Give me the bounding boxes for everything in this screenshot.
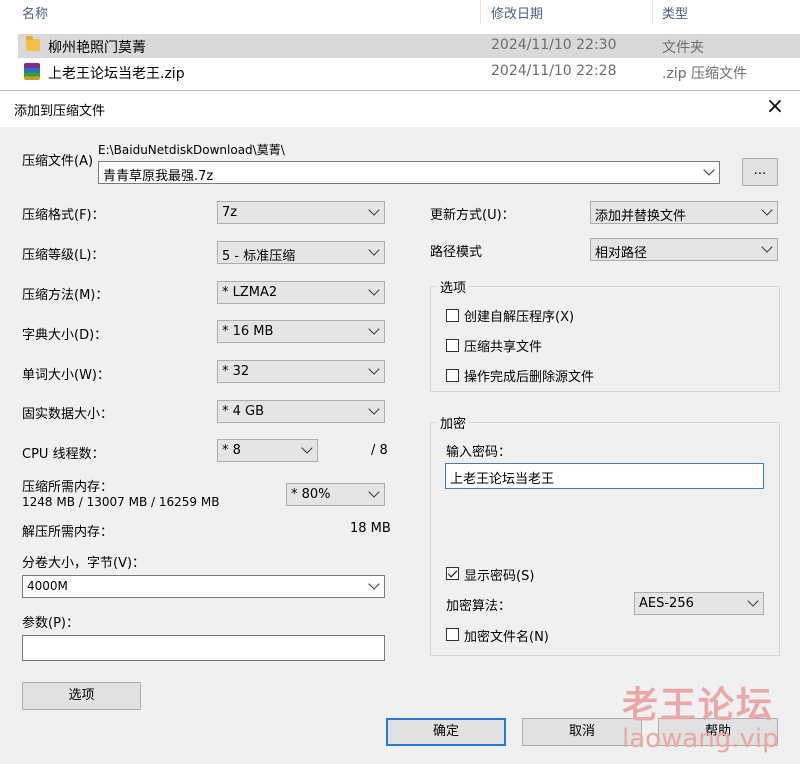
decomp-label: 解压所需内存： (22, 525, 114, 540)
watermark-title: 老王论坛 (622, 685, 775, 726)
file-explorer-list: 名称 修改日期 类型 柳州艳照门莫菁 2024/11/10 22:30 文件夹 … (0, 0, 800, 90)
archive-name-combo[interactable]: 青青草原我最强.7z (98, 161, 720, 184)
word-value: * 32 (222, 364, 250, 379)
volume-select[interactable]: 4000M (22, 575, 385, 598)
mem-usage-select[interactable]: * 80% (286, 483, 385, 506)
mem-label: 压缩所需内存： (22, 480, 114, 495)
file-row[interactable]: 柳州艳照门莫菁 2024/11/10 22:30 文件夹 (18, 34, 800, 58)
update-label: 更新方式(U)： (430, 208, 515, 223)
decomp-value: 18 MB (350, 521, 391, 536)
method-value: * LZMA2 (222, 285, 278, 300)
volume-value: 4000M (27, 579, 68, 593)
archive-name-value: 青青草原我最强.7z (103, 169, 214, 184)
chevron-down-icon (368, 363, 380, 375)
enc-method-value: AES-256 (639, 596, 694, 611)
shared-checkbox[interactable] (446, 339, 459, 352)
update-select[interactable]: 添加并替换文件 (590, 201, 778, 224)
level-value: 5 - 标准压缩 (222, 249, 296, 264)
delete-source-checkbox[interactable] (446, 369, 459, 382)
file-date: 2024/11/10 22:28 (491, 63, 617, 79)
method-select[interactable]: * LZMA2 (217, 281, 385, 304)
chevron-down-icon (368, 403, 380, 415)
chevron-down-icon (368, 578, 380, 590)
column-name[interactable]: 名称 (22, 3, 48, 22)
password-label: 输入密码： (446, 445, 512, 460)
dialog-title-bar: 添加到压缩文件 × (0, 91, 800, 127)
dict-label: 字典大小(D)： (22, 328, 108, 343)
chevron-down-icon (747, 595, 759, 607)
options-button[interactable]: 选项 (22, 682, 141, 710)
encryption-group-title: 加密 (437, 413, 470, 432)
chevron-down-icon (368, 284, 380, 296)
password-value: 上老王论坛当老王 (450, 472, 555, 487)
archive-path: E:\BaiduNetdiskDownload\莫菁\ (98, 143, 285, 157)
add-to-archive-dialog: 添加到压缩文件 × 压缩文件(A) E:\BaiduNetdiskDownloa… (0, 90, 800, 764)
solid-value: * 4 GB (222, 404, 265, 419)
file-row[interactable]: 上老王论坛当老王.zip 2024/11/10 22:28 .zip 压缩文件 (18, 60, 800, 84)
dialog-title: 添加到压缩文件 (14, 104, 106, 119)
browse-button[interactable]: ... (742, 158, 778, 186)
close-icon[interactable]: × (764, 96, 786, 119)
enc-method-select[interactable]: AES-256 (634, 592, 764, 615)
path-mode-label: 路径模式 (430, 245, 483, 260)
chevron-down-icon (368, 244, 380, 256)
word-select[interactable]: * 32 (217, 360, 385, 383)
options-group-title: 选项 (437, 277, 470, 296)
threads-total: / 8 (371, 443, 388, 458)
archive-label: 压缩文件(A) (22, 154, 94, 169)
format-select[interactable]: 7z (217, 201, 385, 224)
enc-method-label: 加密算法： (446, 599, 512, 614)
dict-select[interactable]: * 16 MB (217, 320, 385, 343)
chevron-down-icon (761, 204, 773, 216)
threads-label: CPU 线程数： (22, 447, 105, 462)
mem-detail: 1248 MB / 13007 MB / 16259 MB (22, 495, 220, 509)
format-label: 压缩格式(F)： (22, 208, 105, 223)
mem-usage-value: * 80% (291, 487, 331, 502)
password-input[interactable]: 上老王论坛当老王 (445, 463, 764, 489)
level-select[interactable]: 5 - 标准压缩 (217, 241, 385, 264)
shared-label[interactable]: 压缩共享文件 (464, 336, 542, 355)
chevron-down-icon (368, 486, 380, 498)
volume-label: 分卷大小，字节(V)： (22, 556, 146, 571)
encrypt-names-label[interactable]: 加密文件名(N) (464, 626, 549, 645)
params-label: 参数(P)： (22, 616, 79, 631)
delete-source-label[interactable]: 操作完成后删除源文件 (464, 366, 594, 385)
ok-button[interactable]: 确定 (386, 718, 506, 746)
chevron-down-icon[interactable] (703, 164, 715, 176)
level-label: 压缩等级(L)： (22, 248, 105, 263)
folder-icon (26, 36, 40, 51)
threads-select[interactable]: * 8 (217, 439, 318, 462)
file-name: 上老王论坛当老王.zip (48, 66, 185, 82)
update-value: 添加并替换文件 (595, 209, 687, 224)
threads-value: * 8 (222, 443, 241, 458)
show-password-label[interactable]: 显示密码(S) (464, 565, 534, 584)
chevron-down-icon (301, 442, 313, 454)
params-input[interactable] (22, 635, 385, 661)
path-mode-select[interactable]: 相对路径 (590, 238, 778, 261)
chevron-down-icon (368, 204, 380, 216)
file-date: 2024/11/10 22:30 (491, 37, 617, 53)
word-label: 单词大小(W)： (22, 368, 110, 383)
dict-value: * 16 MB (222, 324, 274, 339)
method-label: 压缩方法(M)： (22, 288, 109, 303)
solid-select[interactable]: * 4 GB (217, 400, 385, 423)
sfx-label[interactable]: 创建自解压程序(X) (464, 306, 574, 325)
file-type: 文件夹 (662, 40, 704, 56)
chevron-down-icon (368, 323, 380, 335)
show-password-checkbox[interactable] (446, 567, 459, 580)
solid-label: 固实数据大小： (22, 407, 114, 422)
column-type[interactable]: 类型 (662, 3, 688, 22)
watermark-url: laowang.vip (622, 724, 779, 754)
path-mode-value: 相对路径 (595, 246, 648, 261)
sfx-checkbox[interactable] (446, 309, 459, 322)
file-name: 柳州艳照门莫菁 (48, 40, 146, 56)
winrar-archive-icon (24, 63, 40, 80)
chevron-down-icon (761, 241, 773, 253)
format-value: 7z (222, 205, 238, 220)
file-type: .zip 压缩文件 (662, 66, 748, 82)
encrypt-names-checkbox[interactable] (446, 628, 459, 641)
explorer-column-header: 名称 修改日期 类型 (0, 0, 800, 26)
column-date[interactable]: 修改日期 (491, 3, 543, 22)
